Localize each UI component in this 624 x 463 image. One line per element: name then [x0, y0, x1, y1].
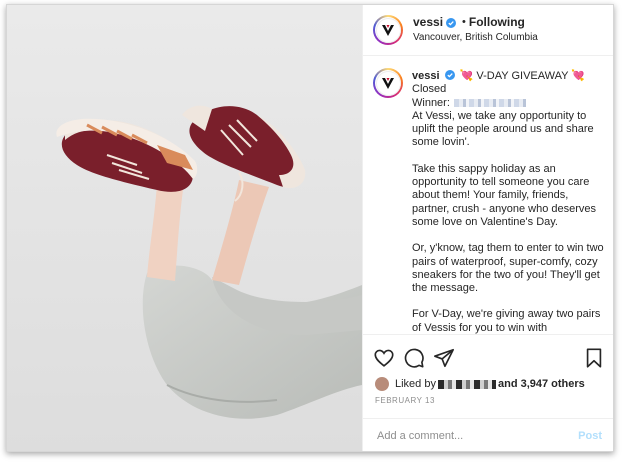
comment-bar: Post [363, 418, 613, 451]
likes-prefix: Liked by [395, 378, 436, 390]
post-side-panel: vessi • Following Vancouver, British Col… [362, 5, 613, 451]
post-comment-button[interactable]: Post [578, 430, 602, 442]
vessi-logo-icon [375, 70, 401, 96]
caption-paragraph: At Vessi, we take any opportunity to upl… [412, 109, 594, 149]
winner-label: Winner: [412, 96, 450, 109]
redacted-winner-name [453, 98, 526, 107]
likes-count[interactable]: and 3,947 others [498, 378, 585, 390]
verified-badge-icon [446, 17, 457, 28]
caption-paragraph: Or, y'know, tag them to enter to win two… [412, 242, 604, 295]
vessi-logo-icon [375, 17, 401, 43]
caption-status: Closed [412, 83, 447, 96]
caption-text: vessi 💘 V-DAY GIVEAWAY 💘 Closed Winner: … [412, 70, 608, 334]
avatar[interactable] [373, 15, 403, 45]
heart-icon[interactable] [373, 347, 395, 369]
speech-bubble-icon[interactable] [403, 347, 425, 369]
verified-badge-icon [444, 70, 455, 80]
redacted-liker-name [437, 379, 496, 389]
post-photo[interactable] [7, 5, 362, 451]
post-header: vessi • Following Vancouver, British Col… [363, 5, 613, 56]
caption-paragraph: For V-Day, we're giving away two pairs o… [412, 308, 601, 334]
header-username[interactable]: vessi [413, 15, 443, 30]
liker-avatar [375, 377, 389, 391]
post-actions: Liked by and 3,947 others FEBRUARY 13 Po… [363, 334, 613, 451]
sneakers-photo-illustration [7, 5, 362, 451]
avatar[interactable] [373, 68, 403, 98]
post-date[interactable]: FEBRUARY 13 [375, 396, 435, 405]
caption-scroll-area[interactable]: vessi 💘 V-DAY GIVEAWAY 💘 Closed Winner: … [363, 56, 613, 334]
comment-input[interactable] [375, 429, 569, 443]
location-link[interactable]: Vancouver, British Columbia [413, 30, 538, 45]
likes-summary[interactable]: Liked by and 3,947 others [375, 377, 585, 391]
separator-dot: • [462, 16, 466, 28]
caption-paragraph: Take this sappy holiday as an opportunit… [412, 162, 597, 228]
bookmark-icon[interactable] [583, 347, 605, 369]
following-button[interactable]: Following [469, 15, 525, 30]
paper-plane-icon[interactable] [433, 347, 455, 369]
instagram-post-window: vessi • Following Vancouver, British Col… [6, 4, 614, 452]
caption-username[interactable]: vessi [412, 70, 440, 82]
caption-title: 💘 V-DAY GIVEAWAY 💘 [459, 70, 586, 82]
